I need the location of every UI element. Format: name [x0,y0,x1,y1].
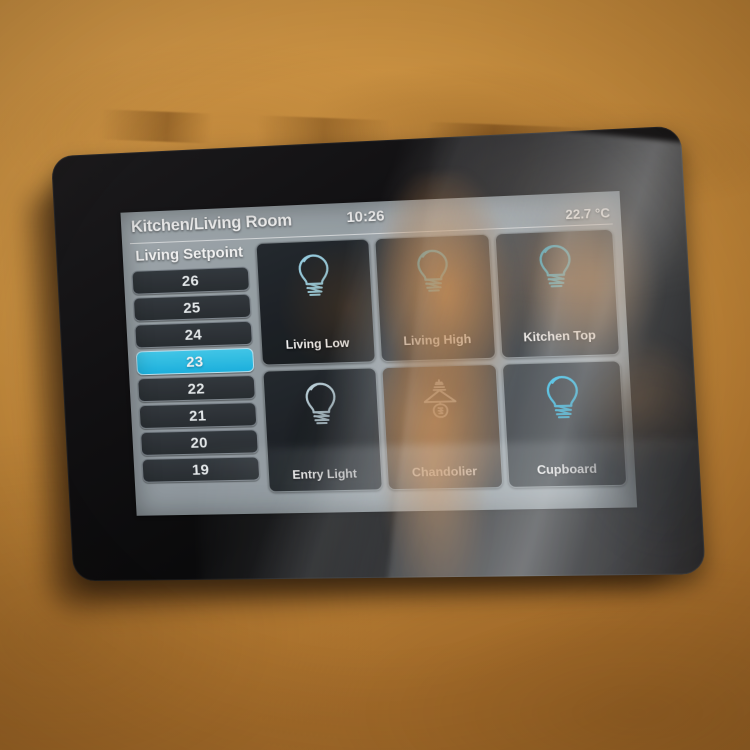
light-bulb-icon [290,251,337,299]
page-title: Kitchen/Living Room [130,210,293,236]
setpoint-option[interactable]: 20 [140,429,259,456]
light-bulb-icon [409,246,457,295]
app-body: Living Setpoint 26 25 24 23 22 21 20 19 [122,222,636,503]
setpoint-option[interactable]: 26 [131,266,250,295]
setpoint-option[interactable]: 25 [132,293,252,322]
light-tile-label: Kitchen Top [522,327,597,344]
setpoint-option[interactable]: 19 [141,456,261,483]
room-temperature: 22.7 °C [565,205,611,223]
clock-time: 10:26 [346,208,385,227]
light-tile-label: Cupboard [536,461,598,478]
light-tile-entry-light[interactable]: Entry Light [262,366,383,493]
panel-screen: Kitchen/Living Room 10:26 22.7 °C Living… [120,190,638,516]
pendant-lamp-icon [416,376,464,424]
light-tile-living-high[interactable]: Living High [373,233,497,362]
screenshot-stage: Kitchen/Living Room 10:26 22.7 °C Living… [0,0,750,750]
light-tile-kitchen-top[interactable]: Kitchen Top [494,228,621,359]
light-tile-grid: Living Low Living High Kitchen Top Entry… [255,228,628,493]
wall-touch-panel-device: Kitchen/Living Room 10:26 22.7 °C Living… [50,125,706,582]
light-tile-label: Living Low [285,335,350,352]
light-tile-living-low[interactable]: Living Low [255,238,376,366]
setpoint-panel: Living Setpoint 26 25 24 23 22 21 20 19 [130,243,261,494]
setpoint-option[interactable]: 21 [138,402,258,430]
light-tile-label: Chandolier [411,463,478,480]
setpoint-option[interactable]: 24 [134,320,253,349]
setpoint-title: Living Setpoint [134,243,244,265]
setpoint-list[interactable]: 26 25 24 23 22 21 20 19 [131,266,261,483]
setpoint-option-selected[interactable]: 23 [135,347,255,376]
setpoint-option[interactable]: 22 [137,374,256,403]
light-tile-chandolier[interactable]: Chandolier [380,363,504,491]
light-tile-label: Entry Light [292,466,358,482]
light-tile-label: Living High [403,331,472,348]
light-bulb-icon [531,241,580,290]
light-bulb-icon [538,372,587,421]
light-bulb-icon [297,379,344,427]
light-tile-cupboard[interactable]: Cupboard [502,359,628,488]
